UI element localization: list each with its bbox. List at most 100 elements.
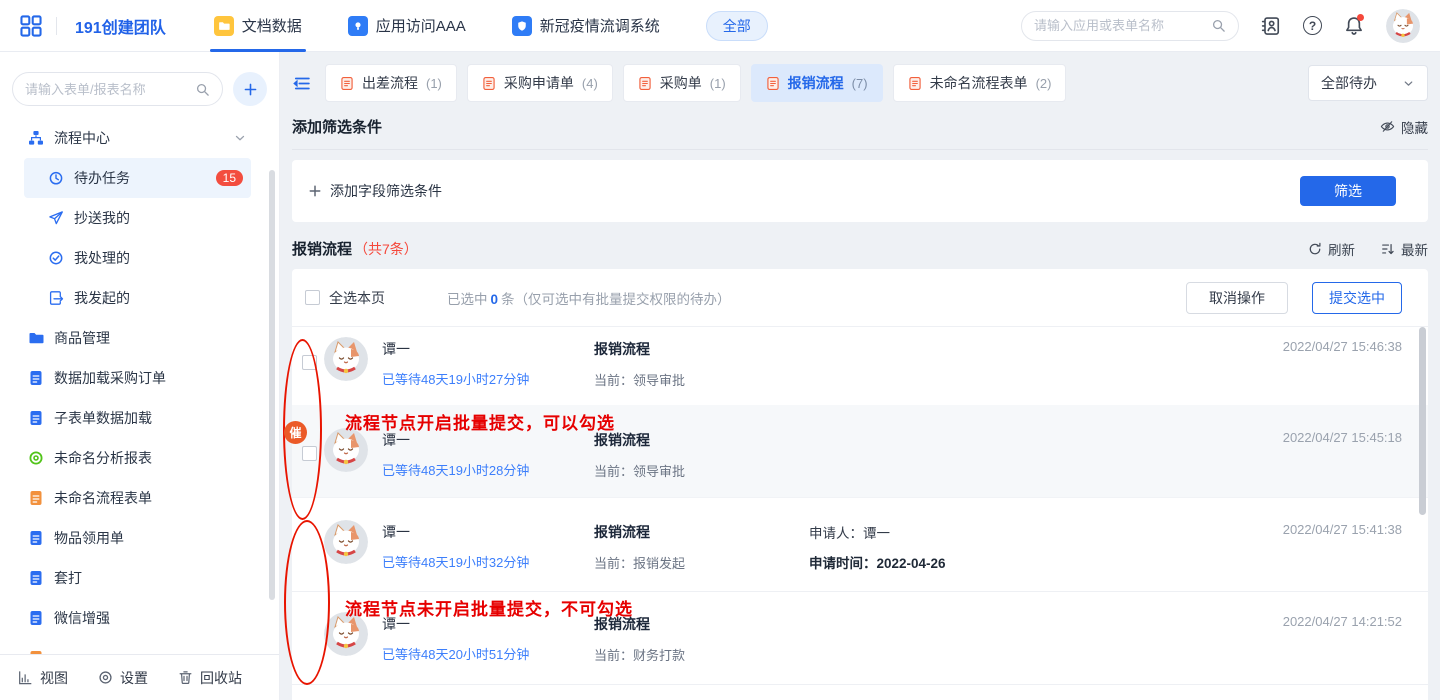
todo-scope-select[interactable]: 全部待办 [1308,65,1428,101]
applicant-name: 谭一 [382,614,594,634]
list-scrollbar[interactable] [1419,327,1426,515]
sidebar-item-print-template[interactable]: 套打 [24,558,255,598]
doc-icon [28,370,44,386]
row-timestamp: 2022/04/27 15:46:38 [1283,339,1402,354]
flow-tab-reimbursement[interactable]: 报销流程 (7) [751,64,883,102]
flow-tab-purchase-order[interactable]: 采购单 (1) [623,64,741,102]
flow-name: 报销流程 [594,522,809,542]
tab-label: 应用访问AAA [376,15,466,36]
folder-app-icon [214,16,234,36]
flow-tab-purchase-request[interactable]: 采购申请单 (4) [467,64,613,102]
global-search-input[interactable] [1034,18,1211,33]
todo-list-card: 全选本页 已选中0条（仅可选中有批量提交权限的待办） 取消操作 提交选中 谭一 … [292,269,1428,700]
sidebar-search-input[interactable] [25,82,195,97]
collapse-list-icon[interactable] [292,74,311,93]
topbar: 191创建团队 文档数据 应用访问AAA 新冠疫情流调系统 全部 [0,0,1440,52]
sidebar-item-process-center[interactable]: 流程中心 [24,118,255,158]
sidebar-item-wechat-enhance[interactable]: 微信增强 [24,598,255,638]
contacts-book-icon[interactable] [1261,16,1281,36]
doc-icon [28,410,44,426]
workflow-icon [28,130,44,146]
eye-off-icon [1380,119,1395,134]
user-avatar[interactable] [1386,9,1420,43]
row-timestamp: 2022/04/27 15:41:38 [1283,522,1402,537]
flow-tab-business-trip[interactable]: 出差流程 (1) [325,64,457,102]
notification-dot [1357,14,1364,21]
all-apps-pill[interactable]: 全部 [706,11,768,41]
list-count: （共7条） [354,239,418,259]
row-timestamp: 2022/04/27 15:45:18 [1283,430,1402,445]
chevron-down-icon [1402,77,1415,90]
select-all-checkbox[interactable] [305,290,320,305]
paper-plane-icon [48,210,64,226]
row-avatar [324,520,368,564]
filter-title: 添加筛选条件 [292,116,382,137]
add-filter-field-button[interactable]: 添加字段筛选条件 [308,181,442,201]
help-icon[interactable]: ? [1303,16,1322,35]
doc-icon [28,530,44,546]
flow-name: 报销流程 [594,339,809,359]
applicant-field: 申请人：谭一 [809,522,946,542]
chevron-down-icon[interactable] [233,131,247,145]
todo-row[interactable]: 谭一 已等待48天19小时28分钟 报销流程 当前：领导审批 2022/04/2… [292,405,1428,497]
bell-icon[interactable] [1344,16,1364,36]
current-node: 当前：报销发起 [594,553,809,572]
doc-icon-orange [28,490,44,506]
settings-button[interactable]: 设置 [98,668,148,688]
apply-time-field: 申请时间：2022-04-26 [809,552,946,572]
doc-icon [340,76,354,91]
main-content: 出差流程 (1) 采购申请单 (4) 采购单 (1) 报销流程 (7) [280,52,1440,700]
row-checkbox[interactable] [302,355,317,370]
sidebar-item-cc-to-me[interactable]: 抄送我的 [24,198,255,238]
sidebar-scrollbar[interactable] [269,170,275,600]
sidebar-item-product-mgmt[interactable]: 商品管理 [24,318,255,358]
sidebar-item-clipped[interactable] [24,638,255,654]
row-checkbox[interactable] [302,446,317,461]
shield-app-icon [512,16,532,36]
hide-filter-button[interactable]: 隐藏 [1380,117,1428,137]
sidebar-item-item-requisition[interactable]: 物品领用单 [24,518,255,558]
tab-covid-system[interactable]: 新冠疫情流调系统 [512,0,660,52]
sidebar-search[interactable] [12,72,223,106]
recycle-bin-button[interactable]: 回收站 [178,668,242,688]
sidebar-item-unnamed-report[interactable]: 未命名分析报表 [24,438,255,478]
sidebar-item-data-load-po[interactable]: 数据加载采购订单 [24,358,255,398]
global-search[interactable] [1021,11,1239,41]
submit-selected-button[interactable]: 提交选中 [1312,282,1402,314]
doc-icon [908,76,922,91]
sidebar-item-todo-tasks[interactable]: 待办任务 15 [24,158,251,198]
doc-icon [638,76,652,91]
list-title: 报销流程 [292,238,352,259]
team-name[interactable]: 191创建团队 [75,14,166,38]
current-node: 当前：财务打款 [594,645,809,664]
apply-filter-button[interactable]: 筛选 [1300,176,1396,206]
sidebar-item-handled-by-me[interactable]: 我处理的 [24,238,255,278]
sidebar-footer: 视图 设置 回收站 [0,654,279,700]
todo-count-badge: 15 [216,170,243,186]
flow-tab-unnamed-flow-form[interactable]: 未命名流程表单 (2) [893,64,1067,102]
tab-label: 文档数据 [242,15,302,36]
todo-row[interactable]: 谭一 已等待48天19小时27分钟 报销流程 当前：领导审批 2022/04/2… [292,327,1428,405]
cancel-batch-button[interactable]: 取消操作 [1186,282,1288,314]
flow-name: 报销流程 [594,430,809,450]
todo-row[interactable]: 谭一 已等待48天19小时32分钟 报销流程 当前：报销发起 申请人：谭一 申请… [292,497,1428,591]
doc-icon [28,570,44,586]
apps-grid-icon[interactable] [20,15,42,37]
sidebar-item-started-by-me[interactable]: 我发起的 [24,278,255,318]
sidebar-item-unnamed-flow-form[interactable]: 未命名流程表单 [24,478,255,518]
sort-latest-button[interactable]: 最新 [1381,239,1428,259]
bulb-app-icon [348,16,368,36]
add-form-button[interactable] [233,72,267,106]
tab-app-access[interactable]: 应用访问AAA [348,0,466,52]
sidebar-item-subform-data-load[interactable]: 子表单数据加载 [24,398,255,438]
refresh-button[interactable]: 刷新 [1308,239,1355,259]
tab-doc-data[interactable]: 文档数据 [214,0,302,52]
topbar-divider [56,17,57,35]
applicant-name: 谭一 [382,339,594,359]
filter-card: 添加字段筛选条件 筛选 [292,160,1428,222]
sidebar-menu: 流程中心 待办任务 15 抄送我的 [0,114,279,654]
row-avatar [324,612,368,656]
doc-send-icon [48,290,64,306]
todo-row[interactable]: 谭一 已等待48天20小时51分钟 报销流程 当前：财务打款 2022/04/2… [292,591,1428,685]
views-button[interactable]: 视图 [18,668,68,688]
